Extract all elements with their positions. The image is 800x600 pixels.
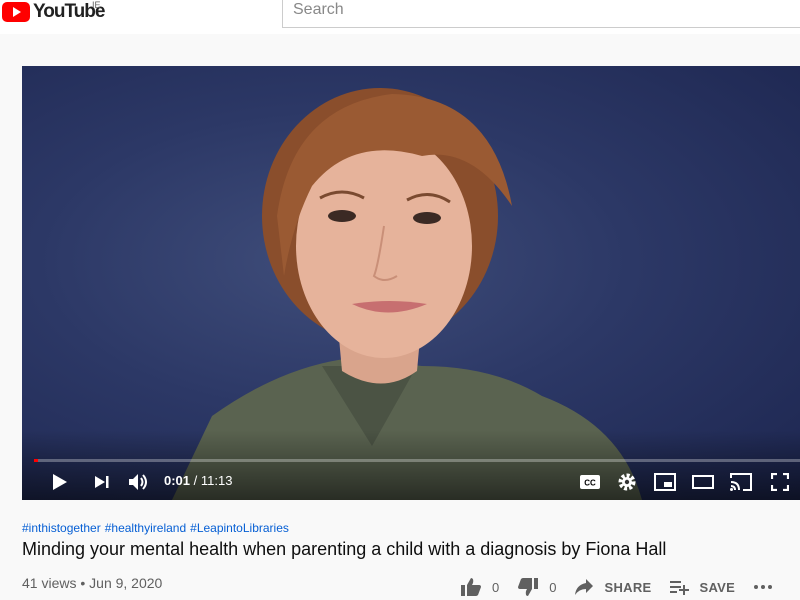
video-stats: 41 views • Jun 9, 2020: [22, 575, 163, 591]
time-display: 0:01 / 11:13: [164, 473, 232, 488]
miniplayer-button[interactable]: [652, 470, 678, 494]
settings-icon: [618, 473, 636, 491]
dislike-button[interactable]: 0: [517, 577, 556, 597]
fullscreen-icon: [771, 473, 789, 491]
like-icon: [461, 578, 481, 596]
share-icon: [575, 579, 594, 595]
view-count: 41 views: [22, 575, 77, 591]
volume-icon: [129, 474, 147, 490]
hashtag-list: #inthistogether #healthyireland #LeapintoL…: [22, 521, 293, 535]
video-actions: 0 0 SHARE SAVE: [460, 574, 783, 600]
video-title: Minding your mental health when parentin…: [22, 539, 667, 559]
video-player[interactable]: 0:01 / 11:13 CC: [22, 66, 800, 500]
time-separator: /: [190, 473, 201, 488]
youtube-logo[interactable]: YouTube: [2, 1, 105, 22]
current-time: 0:01: [164, 473, 191, 488]
save-button[interactable]: SAVE: [669, 579, 735, 595]
upload-date: Jun 9, 2020: [89, 575, 163, 591]
save-label: SAVE: [699, 579, 736, 595]
youtube-logo-icon: [2, 2, 30, 22]
search-placeholder: Search: [293, 1, 344, 18]
more-actions-button[interactable]: [753, 584, 783, 590]
duration: 11:13: [200, 473, 233, 488]
cast-icon: [730, 473, 752, 491]
region-code: IE: [92, 0, 101, 10]
hashtag-link[interactable]: #healthyireland: [105, 521, 186, 535]
next-button[interactable]: [90, 470, 114, 494]
save-icon: [670, 581, 690, 595]
cc-icon: CC: [580, 475, 600, 489]
svg-text:CC: CC: [584, 479, 596, 488]
more-icon: [754, 585, 773, 589]
theater-icon: [692, 475, 714, 489]
settings-button[interactable]: [615, 470, 639, 494]
progress-bar[interactable]: [34, 459, 800, 462]
next-icon: [95, 476, 109, 488]
dislike-count: 0: [549, 579, 557, 595]
share-label: SHARE: [604, 579, 652, 595]
play-button[interactable]: [48, 470, 72, 494]
cast-button[interactable]: [728, 470, 754, 494]
play-icon: [53, 474, 67, 490]
masthead: YouTube IE Search: [0, 0, 800, 34]
like-count: 0: [492, 579, 500, 595]
fullscreen-button[interactable]: [768, 470, 792, 494]
search-input[interactable]: Search: [282, 0, 800, 28]
volume-button[interactable]: [126, 470, 152, 494]
share-button[interactable]: SHARE: [574, 578, 651, 596]
hashtag-link[interactable]: #inthistogether: [22, 521, 101, 535]
miniplayer-icon: [654, 473, 676, 491]
like-button[interactable]: 0: [460, 577, 499, 597]
hashtag-link[interactable]: #LeapintoLibraries: [190, 521, 289, 535]
captions-button[interactable]: CC: [577, 470, 603, 494]
theater-button[interactable]: [690, 470, 716, 494]
progress-fill: [34, 459, 38, 462]
dislike-icon: [518, 578, 539, 596]
